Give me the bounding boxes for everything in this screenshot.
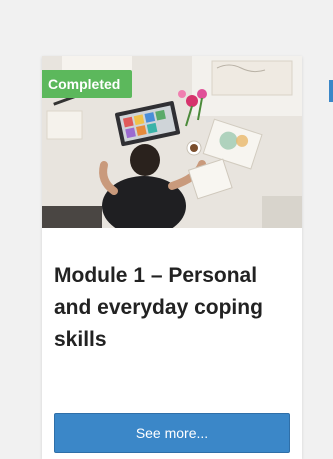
module-title[interactable]: Module 1 – Personal and everyday coping … xyxy=(54,260,290,356)
next-card-edge xyxy=(329,80,333,102)
see-more-button[interactable]: See more... xyxy=(54,413,290,453)
module-image[interactable]: Completed xyxy=(42,56,302,228)
completed-badge: Completed xyxy=(42,70,133,98)
module-card: Completed Module 1 – Personal and everyd… xyxy=(42,56,302,459)
